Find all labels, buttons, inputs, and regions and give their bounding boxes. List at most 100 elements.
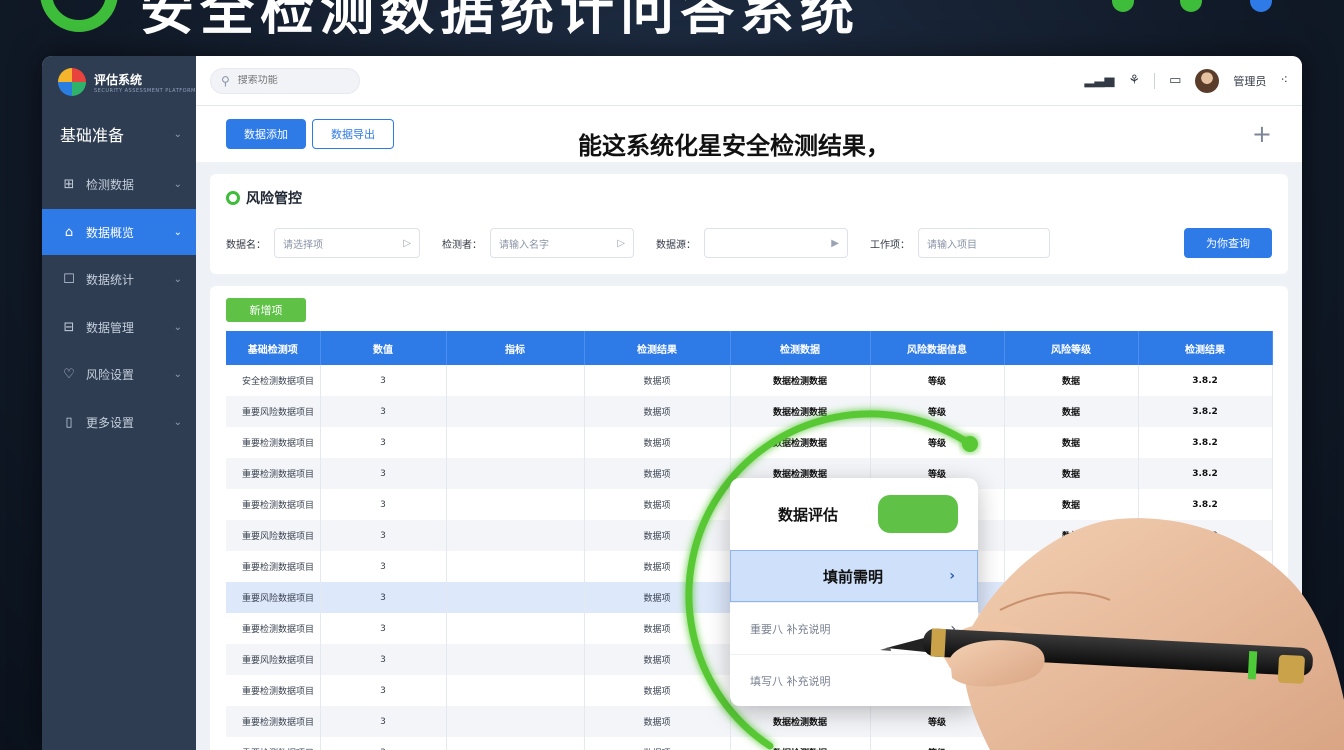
table-cell: 数据 [1004,365,1139,396]
banner-title: 安全检测数据统计问答系统 [140,0,860,34]
table-row[interactable]: 重要检测数据项目3 数据项数据检测数据等级数据3.8.2 [226,706,1273,737]
table-cell [446,427,585,458]
chevron-down-icon: ⌄ [173,226,182,238]
avatar[interactable] [1195,68,1220,93]
filter-input-dataname[interactable]: 请选择项 ▷ [274,228,420,258]
table-cell: 数据 [1004,489,1139,520]
table-cell: 数据项 [584,613,731,644]
sidebar-item-overview[interactable]: ⌂ 数据概览 ⌄ [42,209,196,255]
column-header[interactable]: 检测结果 [1138,331,1273,365]
monitor-icon[interactable]: ▭ [1169,73,1181,88]
table-cell: 数据项 [584,427,731,458]
table-cell: 重要风险数据项目 [226,396,321,427]
sidebar-item-statistics[interactable]: ☐ 数据统计 ⌄ [42,257,196,303]
export-data-button[interactable]: 数据导出 [312,119,394,149]
table-cell: 数据检测数据 [730,365,871,396]
table-cell: 3.8.2 [1138,644,1273,675]
add-item-button[interactable]: 新增项 [226,298,306,322]
table-cell [446,582,585,613]
chevron-right-icon: › [950,620,956,637]
table-cell: 数据项 [584,396,731,427]
table-cell: 数据检测数据 [730,737,871,750]
bar-chart-icon[interactable]: ▂▃▅ [1084,73,1114,88]
table-cell: 3 [320,520,447,551]
username[interactable]: 管理员 [1233,73,1266,89]
banner-dot-icon [1112,0,1134,12]
table-cell: 数据 [1004,520,1139,551]
popup-item[interactable]: 重要八 补充说明 › [730,602,978,654]
column-header[interactable]: 基础检测项 [226,331,321,365]
table-cell [446,737,585,750]
table-cell: 数据 [1004,644,1139,675]
sidebar-item-more[interactable]: ▯ 更多设置 ⌄ [42,399,196,445]
sidebar: 评估系统 SECURITY ASSESSMENT PLATFORM 基础准备 ⌄… [42,56,196,750]
table-cell: 数据 [1004,737,1139,750]
column-header[interactable]: 检测结果 [584,331,731,365]
table-cell: 数据检测数据 [730,427,871,458]
table-cell: 3 [320,582,447,613]
table-cell: 等级 [870,365,1005,396]
table-row[interactable]: 重要检测数据项目3 数据项数据检测数据等级数据3.8.2 [226,427,1273,458]
panel-title: 风险管控 [226,188,1272,208]
shield-icon [226,191,240,205]
table-cell: 等级 [870,396,1005,427]
banner: 安全检测数据统计问答系统 [0,0,1344,34]
table-cell [446,706,585,737]
search-box[interactable]: ⚲ [210,67,360,94]
chevron-down-icon: ⌄ [173,416,182,428]
sidebar-item-label: 数据管理 [86,320,135,335]
column-header[interactable]: 风险等级 [1004,331,1139,365]
table-cell: 重要检测数据项目 [226,489,321,520]
sidebar-item-risk[interactable]: ♡ 风险设置 ⌄ [42,352,196,398]
table-cell: 数据项 [584,644,731,675]
filter-input-inspector[interactable]: 请输入名字 ▷ [490,228,634,258]
more-icon[interactable]: ⁖ [1280,73,1288,88]
table-cell [446,613,585,644]
plus-icon[interactable]: + [1252,120,1272,148]
table-cell: 3 [320,706,447,737]
table-row[interactable]: 重要风险数据项目3 数据项数据检测数据等级数据3.8.2 [226,396,1273,427]
popup-item-selected[interactable]: 填前需明 › [730,550,978,602]
table-cell [446,644,585,675]
chevron-down-icon: ⌄ [173,321,182,333]
table-cell: 3 [320,365,447,396]
sidebar-item-detection[interactable]: ⊞ 检测数据 ⌄ [42,162,196,208]
sidebar-item-label: 数据概览 [86,225,135,240]
notification-icon[interactable]: ⚘ [1128,73,1140,88]
table-row[interactable]: 安全检测数据项目 3 数据项 数据检测数据 等级 数据 3.8.2 [226,365,1273,396]
sidebar-item-management[interactable]: ⊟ 数据管理 ⌄ [42,304,196,350]
query-button[interactable]: 为你查询 [1184,228,1272,258]
table-cell [446,365,585,396]
table-row[interactable]: 重要检测数据项目3 数据项数据检测数据等级数据3.8.2 [226,737,1273,750]
play-icon: ▶ [831,237,839,249]
sidebar-item-basic[interactable]: 基础准备 ⌄ [42,108,196,160]
table-cell: 3.8.2 [1138,551,1273,582]
sidebar-item-label: 数据统计 [86,273,135,287]
table-cell: 3.8.2 [1138,737,1273,750]
table-cell: 数据项 [584,365,731,396]
column-header[interactable]: 检测数据 [730,331,871,365]
table-cell: 3 [320,396,447,427]
table-cell: 等级 [870,706,1005,737]
table-cell [446,396,585,427]
brand[interactable]: 评估系统 SECURITY ASSESSMENT PLATFORM [42,56,196,108]
select-icon: ▷ [617,237,625,249]
table-cell: 数据项 [584,706,731,737]
table-cell: 数据 [1004,613,1139,644]
popup-toggle[interactable] [878,495,958,533]
table-cell: 3.8.2 [1138,396,1273,427]
table-cell: 数据 [1004,675,1139,706]
filter-placeholder: 请选择项 [283,239,323,251]
table-cell: 数据项 [584,489,731,520]
table-cell [446,520,585,551]
filter-input-source[interactable]: ▶ [704,228,848,258]
column-header[interactable]: 风险数据信息 [870,331,1005,365]
column-header[interactable]: 指标 [446,331,585,365]
column-header[interactable]: 数值 [320,331,447,365]
filter-input-workitem[interactable]: 请输入项目 [918,228,1050,258]
add-data-button[interactable]: 数据添加 [226,119,306,149]
panel-title-text: 风险管控 [246,191,302,207]
popup-item[interactable]: 填写八 补充说明 [730,654,978,706]
chevron-right-icon: › [949,568,955,584]
search-input[interactable] [237,75,338,86]
